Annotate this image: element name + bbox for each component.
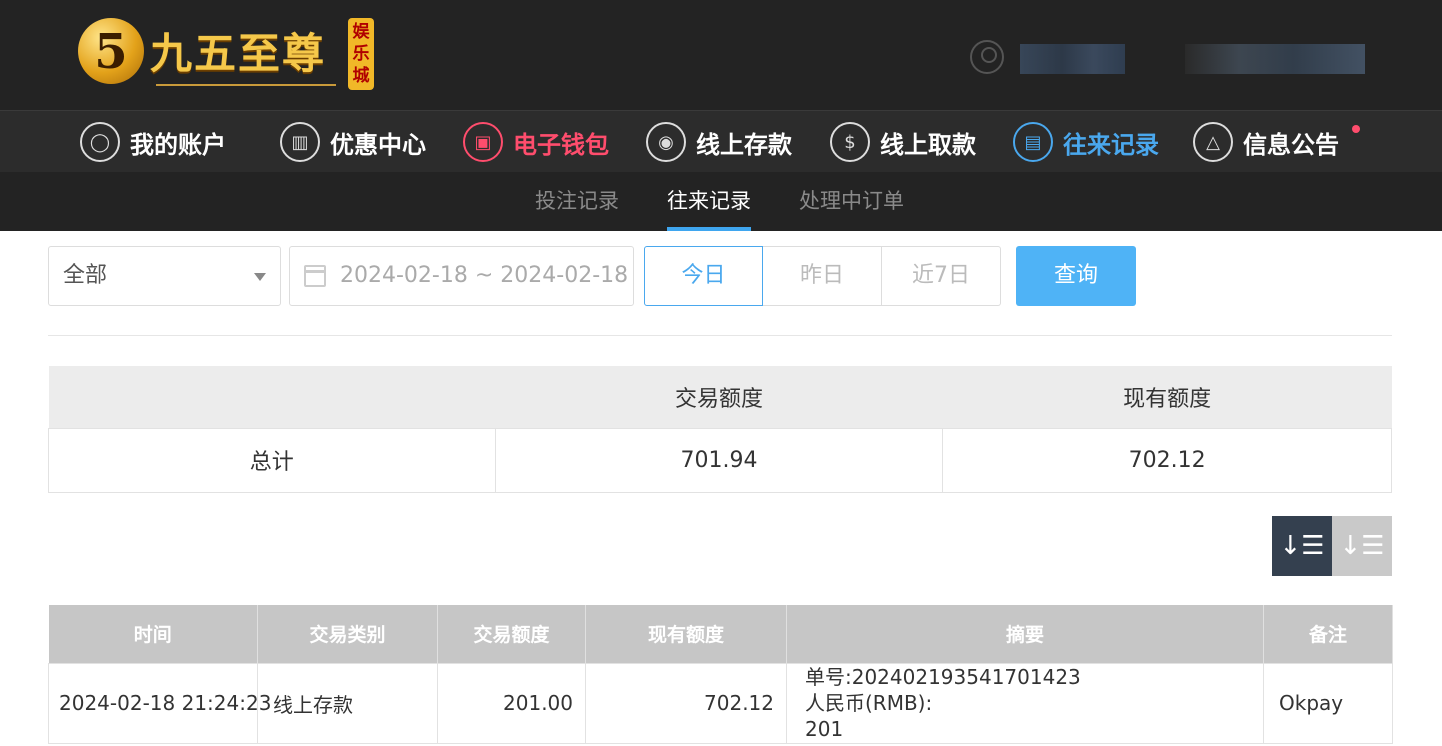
tab-bet-records[interactable]: 投注记录 [535,172,619,231]
logo-badge: 娱乐城 [348,18,374,90]
logo-text: 九五至尊 [150,29,327,78]
date-range-input[interactable]: 2024-02-18 ~ 2024-02-18 [289,246,634,306]
summary-currency: 人民币(RMB): [805,691,933,715]
tab-pending-orders[interactable]: 处理中订单 [799,172,904,231]
notification-dot [1352,125,1360,133]
cell-balance: 702.12 [585,662,787,744]
logo-emblem: 5 [78,18,144,84]
table-row: 2024-02-18 21:24:23 线上存款 201.00 702.12 单… [48,662,1393,744]
summary-row-label: 总计 [48,427,496,493]
main-nav: ◯ 我的账户 ▥ 优惠中心 ▣ 电子钱包 ◉ 线上存款 $ 线上取款 ▤ 往来记… [0,110,1442,172]
nav-item-promotions[interactable]: ▥ 优惠中心 [280,111,426,173]
query-button[interactable]: 查询 [1016,246,1136,306]
col-header-type: 交易类别 [257,605,438,663]
nav-item-my-account[interactable]: ◯ 我的账户 [80,111,226,173]
nav-label: 信息公告 [1243,130,1339,159]
col-header-balance: 现有额度 [585,605,787,663]
sort-asc-icon[interactable]: ↓☰ [1332,516,1392,576]
chevron-down-icon [254,273,266,281]
sort-desc-icon[interactable]: ↓☰ [1272,516,1332,576]
summary-header-balance: 现有额度 [942,366,1392,428]
nav-label: 线上存款 [696,130,792,159]
site-header: 5 九五至尊 娱乐城 [0,0,1442,110]
yesterday-button[interactable]: 昨日 [763,246,882,306]
sub-nav: 投注记录 往来记录 处理中订单 [0,172,1442,231]
logo-divider [156,84,336,86]
date-range-value: 2024-02-18 ~ 2024-02-18 [340,263,629,288]
gift-icon: ▥ [280,122,320,162]
nav-label: 往来记录 [1063,130,1159,159]
col-header-summary: 摘要 [786,605,1264,663]
nav-label: 线上取款 [880,130,976,159]
last-7-days-button[interactable]: 近7日 [882,246,1001,306]
tab-transaction-records[interactable]: 往来记录 [667,172,751,231]
withdraw-icon: $ [830,122,870,162]
nav-label: 电子钱包 [513,130,609,159]
user-icon: ◯ [80,122,120,162]
summary-trade-amount: 701.94 [494,427,944,493]
col-header-note: 备注 [1263,605,1393,663]
summary-row: 总计 701.94 702.12 [48,427,1392,493]
summary-header-trade: 交易额度 [495,366,943,428]
summary-balance: 702.12 [942,427,1392,493]
summary-table: 交易额度 现有额度 总计 701.94 702.12 [48,366,1392,493]
cell-amount: 201.00 [437,662,586,744]
cell-note: Okpay [1263,662,1393,744]
cell-time: 2024-02-18 21:24:23 [48,662,271,744]
cell-type: 线上存款 [257,662,438,744]
nav-item-deposit[interactable]: ◉ 线上存款 [646,111,792,173]
nav-item-records[interactable]: ▤ 往来记录 [1013,111,1159,173]
nav-label: 我的账户 [130,130,226,159]
today-button[interactable]: 今日 [644,246,763,306]
summary-order-no: 单号:202402193541701423 [805,665,1081,689]
divider [48,335,1392,336]
nav-item-announcements[interactable]: △ 信息公告 [1193,111,1339,173]
nav-item-e-wallet[interactable]: ▣ 电子钱包 [463,111,609,173]
balance-redacted [1185,44,1365,74]
nav-label: 优惠中心 [330,130,426,159]
user-avatar-icon[interactable] [970,40,1004,74]
bell-icon: △ [1193,122,1233,162]
calendar-icon [304,265,326,287]
username-redacted [1020,44,1125,74]
records-table: 时间 交易类别 交易额度 现有额度 摘要 备注 2024-02-18 21:24… [48,605,1393,744]
records-icon: ▤ [1013,122,1053,162]
cell-summary: 单号:202402193541701423 人民币(RMB): 201 [786,662,1264,744]
type-select-value: 全部 [63,263,108,288]
deposit-icon: ◉ [646,122,686,162]
summary-value: 201 [805,717,844,741]
col-header-amount: 交易额度 [437,605,586,663]
type-select[interactable]: 全部 [48,246,281,306]
col-header-time: 时间 [48,605,258,663]
summary-header-blank [48,366,496,428]
wallet-icon: ▣ [463,122,503,162]
site-logo[interactable]: 5 九五至尊 娱乐城 [78,14,378,96]
nav-item-withdraw[interactable]: $ 线上取款 [830,111,976,173]
